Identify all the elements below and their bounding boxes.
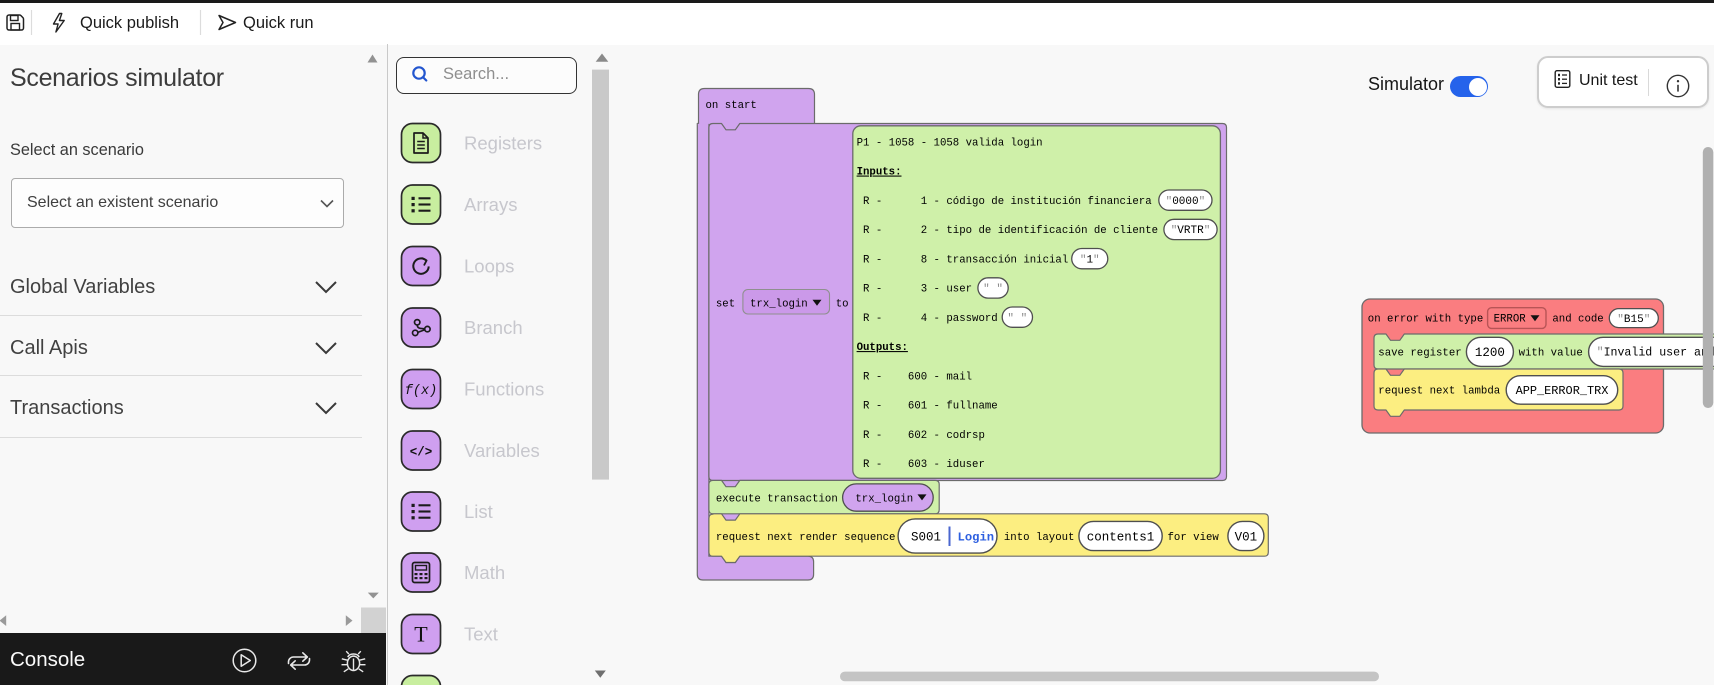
svg-text:ERROR: ERROR [1494, 313, 1527, 325]
svg-text:S001: S001 [911, 531, 941, 545]
svg-text:R - 603 - iduser: R - 603 - iduser [857, 459, 985, 471]
svg-text:on error with type: on error with type [1368, 313, 1483, 325]
svg-text:T: T [414, 622, 428, 647]
svg-text:trx_login: trx_login [855, 493, 913, 505]
svg-text:" ": " " [1007, 313, 1027, 325]
svg-text:trx_login: trx_login [750, 298, 808, 310]
svg-text:" ": " " [983, 284, 1003, 296]
svg-text:1200: 1200 [1475, 346, 1505, 360]
svg-text:"Invalid user and m: "Invalid user and m [1597, 347, 1714, 360]
svg-text:Inputs:: Inputs: [857, 167, 902, 179]
svg-text:with value: with value [1519, 347, 1583, 359]
svg-text:R - 8 - transacción inici: R - 8 - transacción inicial [857, 254, 1069, 266]
svg-text:Arrays: Arrays [464, 194, 517, 215]
svg-text:into layout: into layout [1004, 532, 1075, 544]
svg-text:APP_ERROR_TRX: APP_ERROR_TRX [1516, 384, 1609, 398]
svg-text:Registers: Registers [464, 133, 542, 154]
svg-text:Functions: Functions [464, 379, 544, 400]
svg-text:save register: save register [1378, 347, 1461, 359]
svg-text:Variables: Variables [464, 440, 540, 461]
svg-text:"0000": "0000" [1166, 196, 1206, 208]
svg-text:R - 602 - codrsp: R - 602 - codrsp [857, 430, 985, 442]
svg-text:request next lambda: request next lambda [1378, 385, 1500, 397]
svg-text:"1": "1" [1080, 254, 1100, 266]
svg-text:Login: Login [958, 531, 995, 545]
svg-text:execute transaction: execute transaction [716, 493, 838, 505]
svg-text:Math: Math [464, 562, 505, 583]
svg-text:"B15": "B15" [1617, 314, 1650, 326]
svg-text:R - 4 - password: R - 4 - password [857, 313, 998, 325]
svg-text:on start: on start [706, 100, 757, 112]
svg-text:f(x): f(x) [405, 384, 437, 399]
svg-text:R - 600 - mail: R - 600 - mail [857, 371, 972, 383]
svg-text:</>: </> [410, 446, 433, 460]
svg-text:"VRTR": "VRTR" [1171, 225, 1211, 237]
svg-text:for view: for view [1168, 532, 1220, 544]
svg-text:contents1: contents1 [1087, 531, 1155, 545]
svg-text:List: List [464, 501, 493, 522]
svg-text:P1 - 1058 - 1058 valida login: P1 - 1058 - 1058 valida login [857, 137, 1043, 149]
svg-text:R - 3 - user: R - 3 - user [857, 284, 972, 296]
svg-text:Loops: Loops [464, 256, 514, 277]
svg-text:Branch: Branch [464, 317, 523, 338]
svg-text:and code: and code [1552, 313, 1603, 325]
svg-text:V01: V01 [1235, 531, 1258, 545]
svg-text:request next render sequence: request next render sequence [716, 532, 896, 544]
svg-text:Outputs:: Outputs: [857, 342, 908, 354]
svg-text:R - 601 - fullname: R - 601 - fullname [857, 401, 998, 413]
svg-text:set: set [716, 298, 735, 310]
svg-text:to: to [836, 298, 849, 310]
svg-text:R - 1 - código de institu: R - 1 - código de institución financiera [857, 196, 1153, 208]
svg-text:Text: Text [464, 624, 498, 645]
svg-text:R - 2 - tipo de identific: R - 2 - tipo de identificación de client… [857, 225, 1158, 237]
